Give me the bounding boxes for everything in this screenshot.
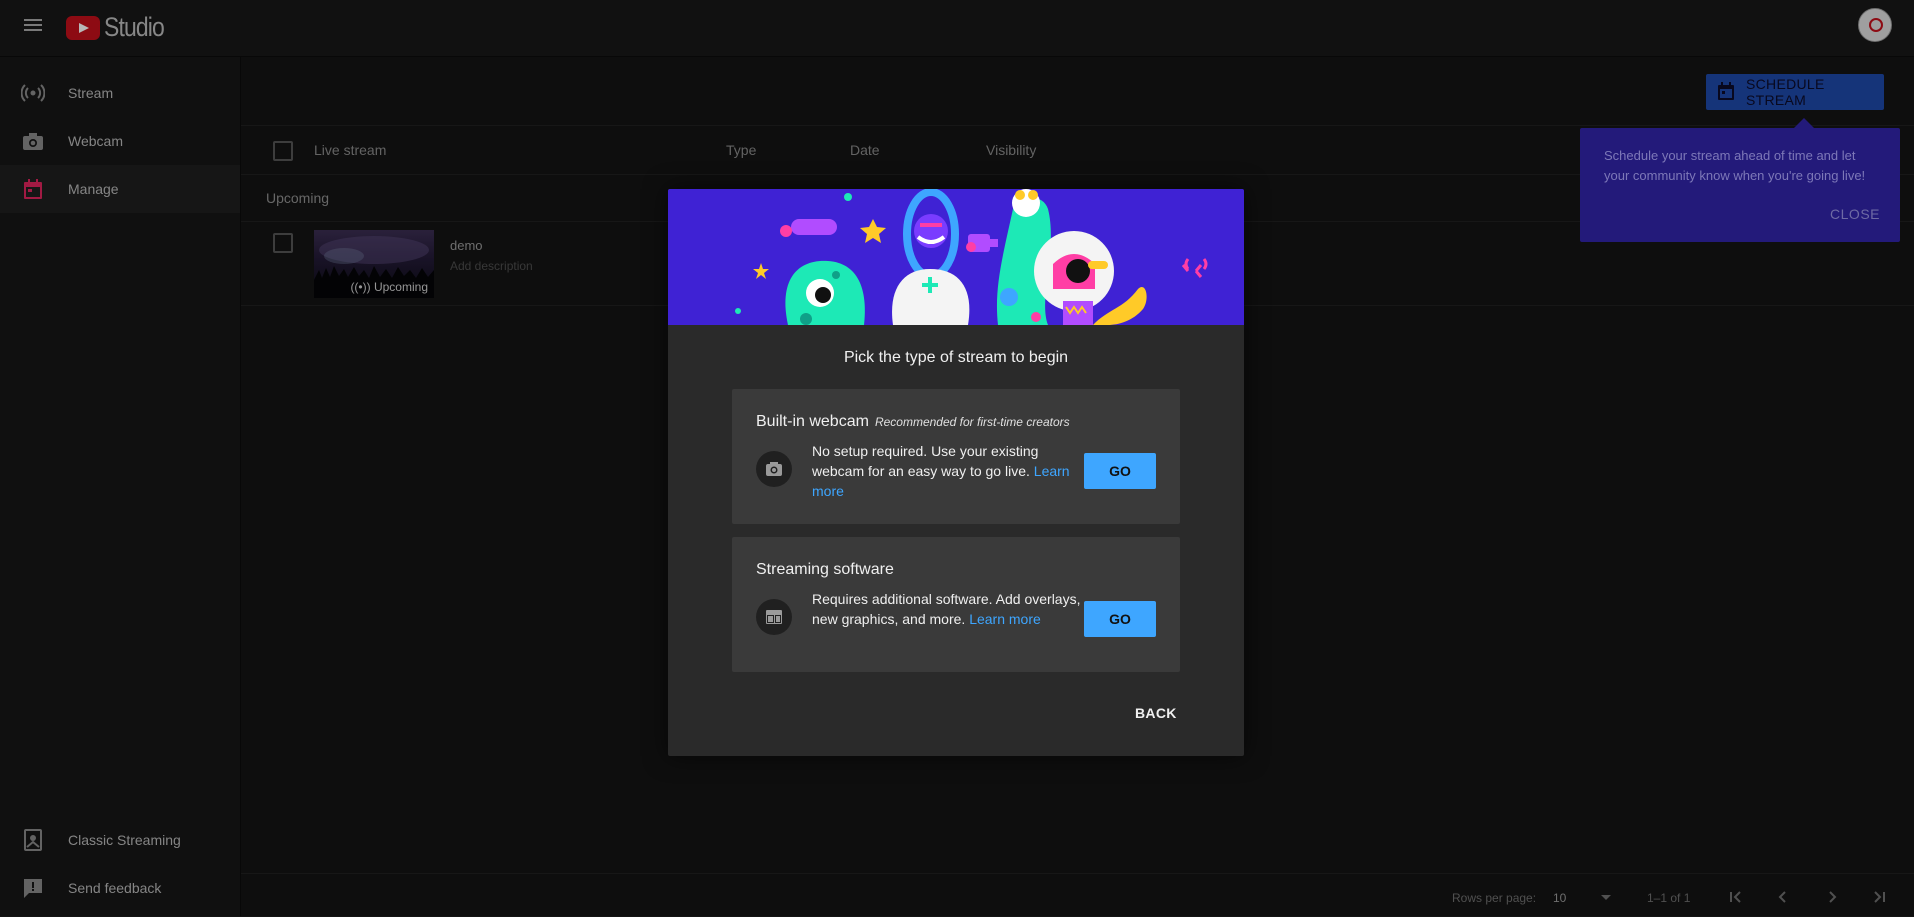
schedule-tooltip: Schedule your stream ahead of time and l… [1580, 118, 1900, 242]
learn-more-link[interactable]: Learn more [969, 611, 1041, 627]
option-title-text: Built-in webcam [756, 413, 869, 430]
option-card-streaming-software: Streaming software Requires additional s… [732, 537, 1180, 672]
option-title-text: Streaming software [756, 561, 894, 578]
stream-type-dialog: Pick the type of stream to begin Built-i… [668, 189, 1244, 756]
option-card-webcam: Built-in webcam Recommended for first-tim… [732, 389, 1180, 524]
window-layout-icon [756, 599, 792, 635]
camera-icon [756, 451, 792, 487]
streaming-software-go-button[interactable]: GO [1084, 601, 1156, 637]
characters-illustration [735, 189, 1208, 325]
back-button[interactable]: BACK [1135, 705, 1177, 721]
tooltip-close-button[interactable]: CLOSE [1830, 206, 1880, 222]
tooltip-text: Schedule your stream ahead of time and l… [1604, 148, 1866, 183]
option-description: No setup required. Use your existing web… [812, 441, 1082, 501]
banner-illustration [668, 189, 1244, 325]
option-subtitle: Recommended for first-time creators [874, 415, 1070, 429]
webcam-go-button[interactable]: GO [1084, 453, 1156, 489]
option-description: Requires additional software. Add overla… [812, 589, 1082, 629]
option-description-text: No setup required. Use your existing web… [812, 443, 1039, 479]
dialog-title: Pick the type of stream to begin [843, 349, 1069, 366]
option-title: Streaming software [756, 561, 894, 579]
option-title: Built-in webcam Recommended for first-tim… [756, 413, 1070, 431]
